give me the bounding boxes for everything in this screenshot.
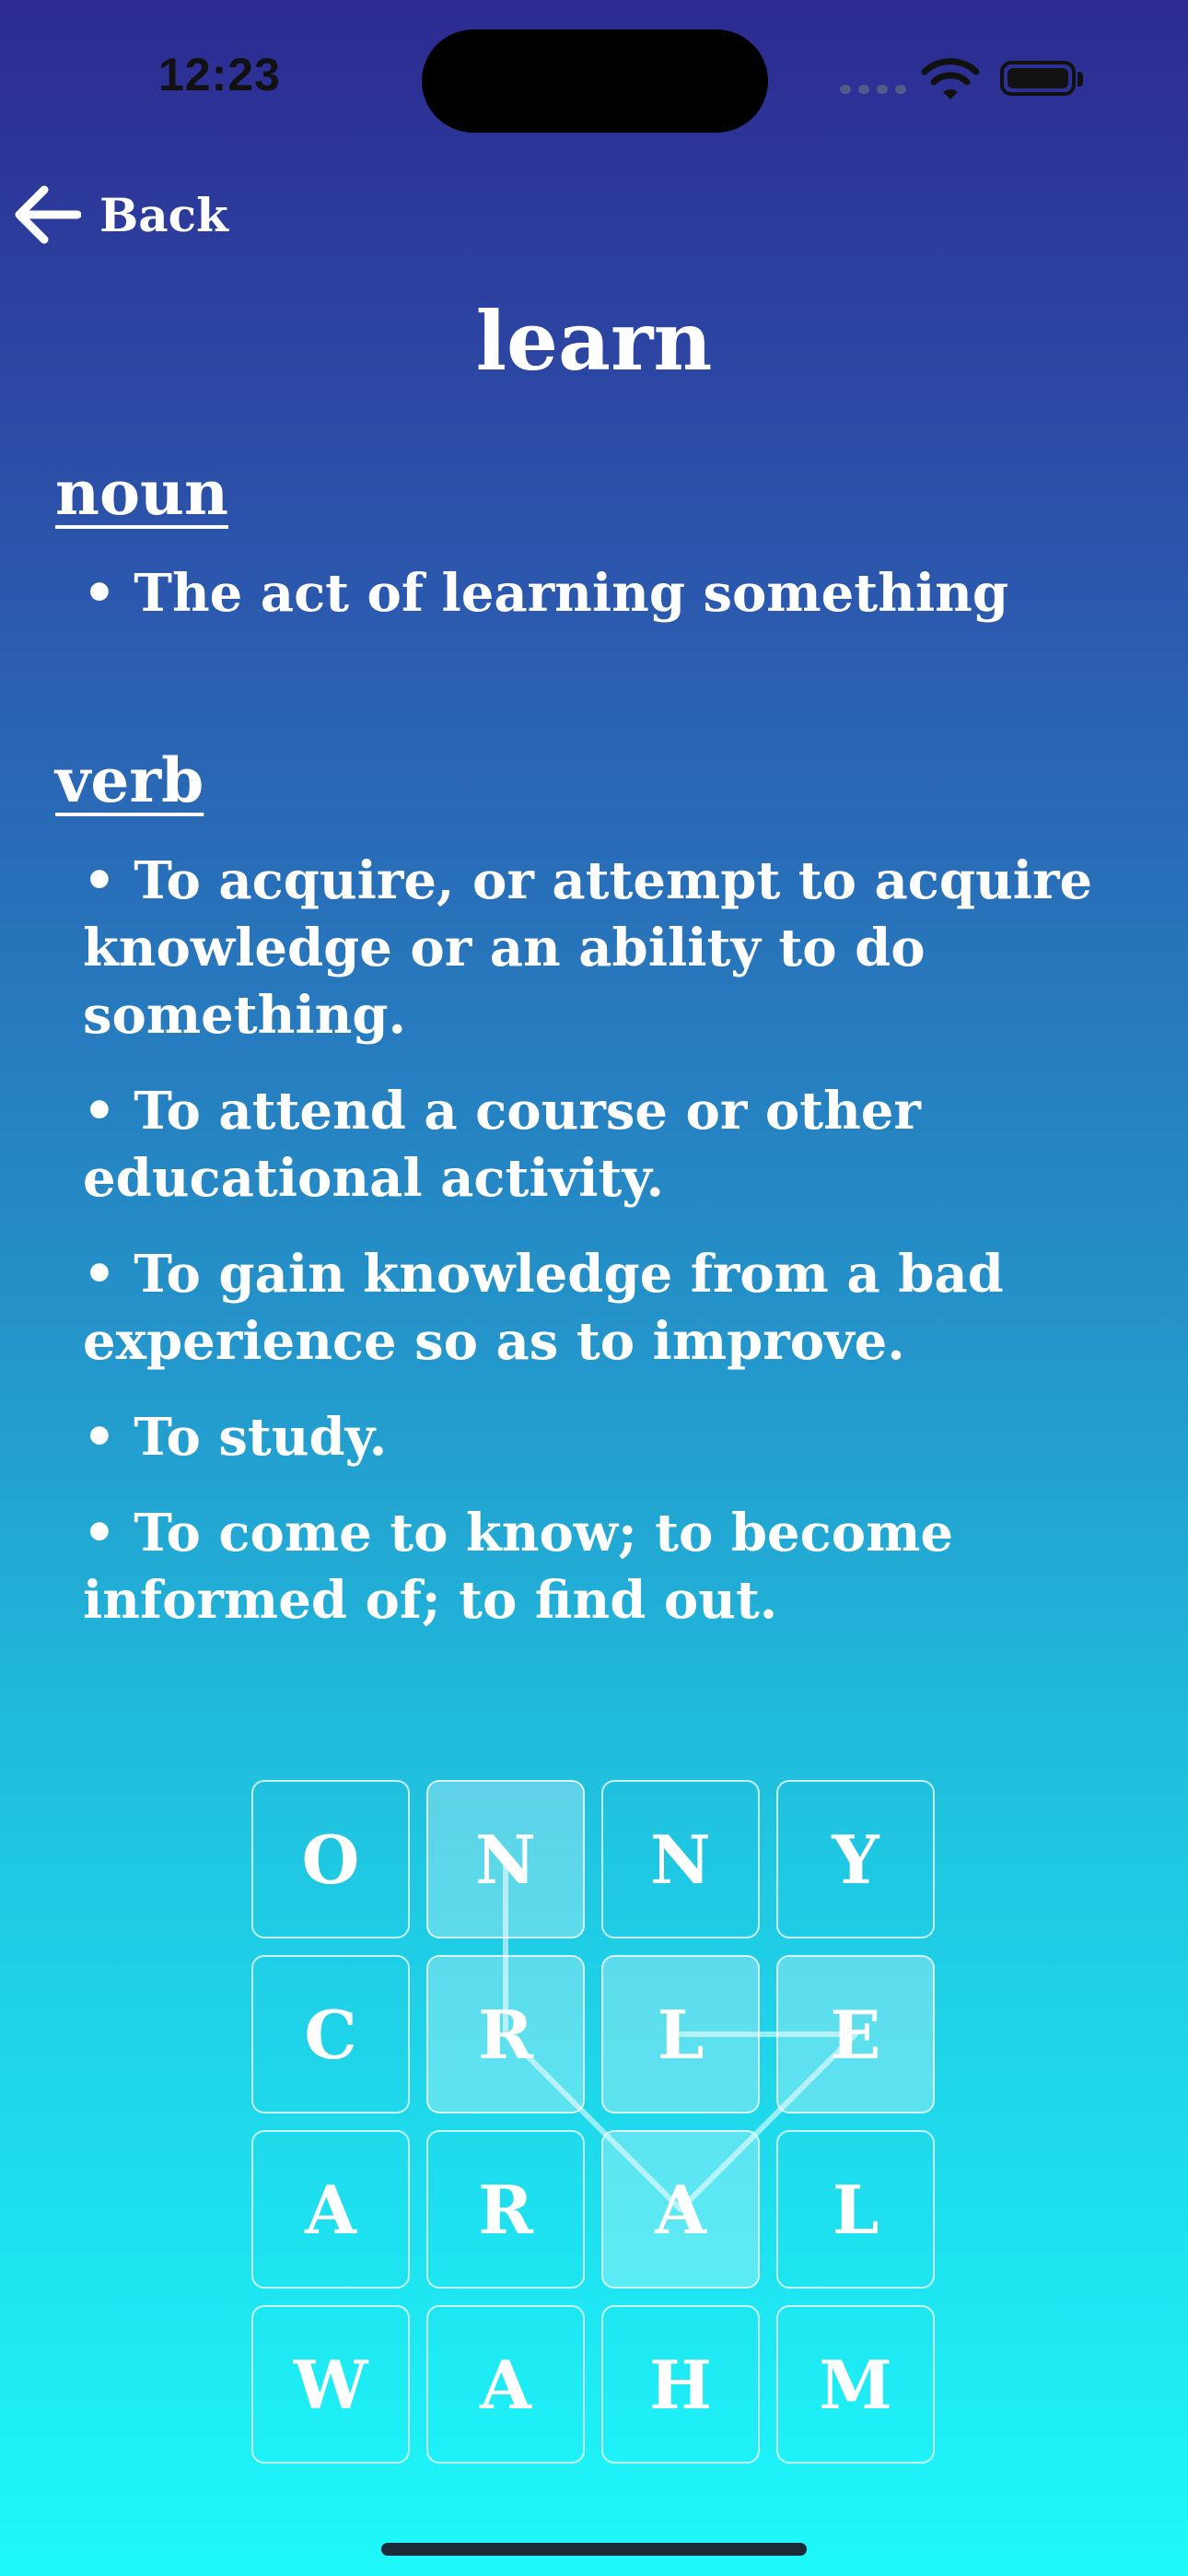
wifi-icon — [921, 58, 980, 100]
letter-tile[interactable]: L — [776, 2130, 935, 2289]
letter-grid: O N N Y C R L E A R A L W A H M — [251, 1780, 937, 2465]
battery-icon — [1000, 61, 1076, 96]
back-button[interactable]: Back — [13, 184, 228, 245]
letter-tile-selected[interactable]: R — [426, 1955, 585, 2113]
letter-tile[interactable]: O — [251, 1780, 410, 1938]
dynamic-island — [422, 29, 768, 133]
noun-definition: • The act of learning something — [83, 563, 1009, 624]
status-bar: 12:23 — [0, 0, 1188, 157]
verb-definition: • To gain knowledge from a bad experienc… — [83, 1244, 1004, 1372]
letter-tile[interactable]: R — [426, 2130, 585, 2289]
letter-tile[interactable]: H — [601, 2305, 760, 2464]
letter-tile-selected[interactable]: N — [426, 1780, 585, 1938]
verb-definition: • To acquire, or attempt to acquire know… — [83, 850, 1093, 1046]
letter-tile[interactable]: W — [251, 2305, 410, 2464]
letter-tile-selected[interactable]: A — [601, 2130, 760, 2289]
verb-definition: • To attend a course or other educationa… — [83, 1081, 921, 1209]
letter-tile-selected[interactable]: E — [776, 1955, 935, 2113]
home-indicator[interactable] — [381, 2543, 807, 2556]
arrow-left-icon — [15, 185, 81, 244]
letter-tile[interactable]: C — [251, 1955, 410, 2113]
verb-definitions: • To acquire, or attempt to acquire know… — [83, 848, 1142, 1663]
noun-label: noun — [55, 457, 228, 529]
cellular-signal-icon — [840, 85, 906, 94]
word-title: learn — [475, 293, 713, 389]
letter-tile[interactable]: N — [601, 1780, 760, 1938]
noun-definitions: • The act of learning something — [83, 560, 1142, 656]
letter-tile[interactable]: Y — [776, 1780, 935, 1938]
status-time: 12:23 — [158, 49, 281, 100]
verb-definition: • To study. — [83, 1407, 388, 1468]
letter-tile[interactable]: A — [251, 2130, 410, 2289]
letter-tile-selected[interactable]: L — [601, 1955, 760, 2113]
verb-label: verb — [55, 744, 204, 816]
letter-tile[interactable]: M — [776, 2305, 935, 2464]
letter-tile[interactable]: A — [426, 2305, 585, 2464]
back-label: Back — [99, 187, 228, 242]
battery-tip — [1077, 72, 1083, 87]
verb-definition: • To come to know; to become informed of… — [83, 1503, 953, 1631]
